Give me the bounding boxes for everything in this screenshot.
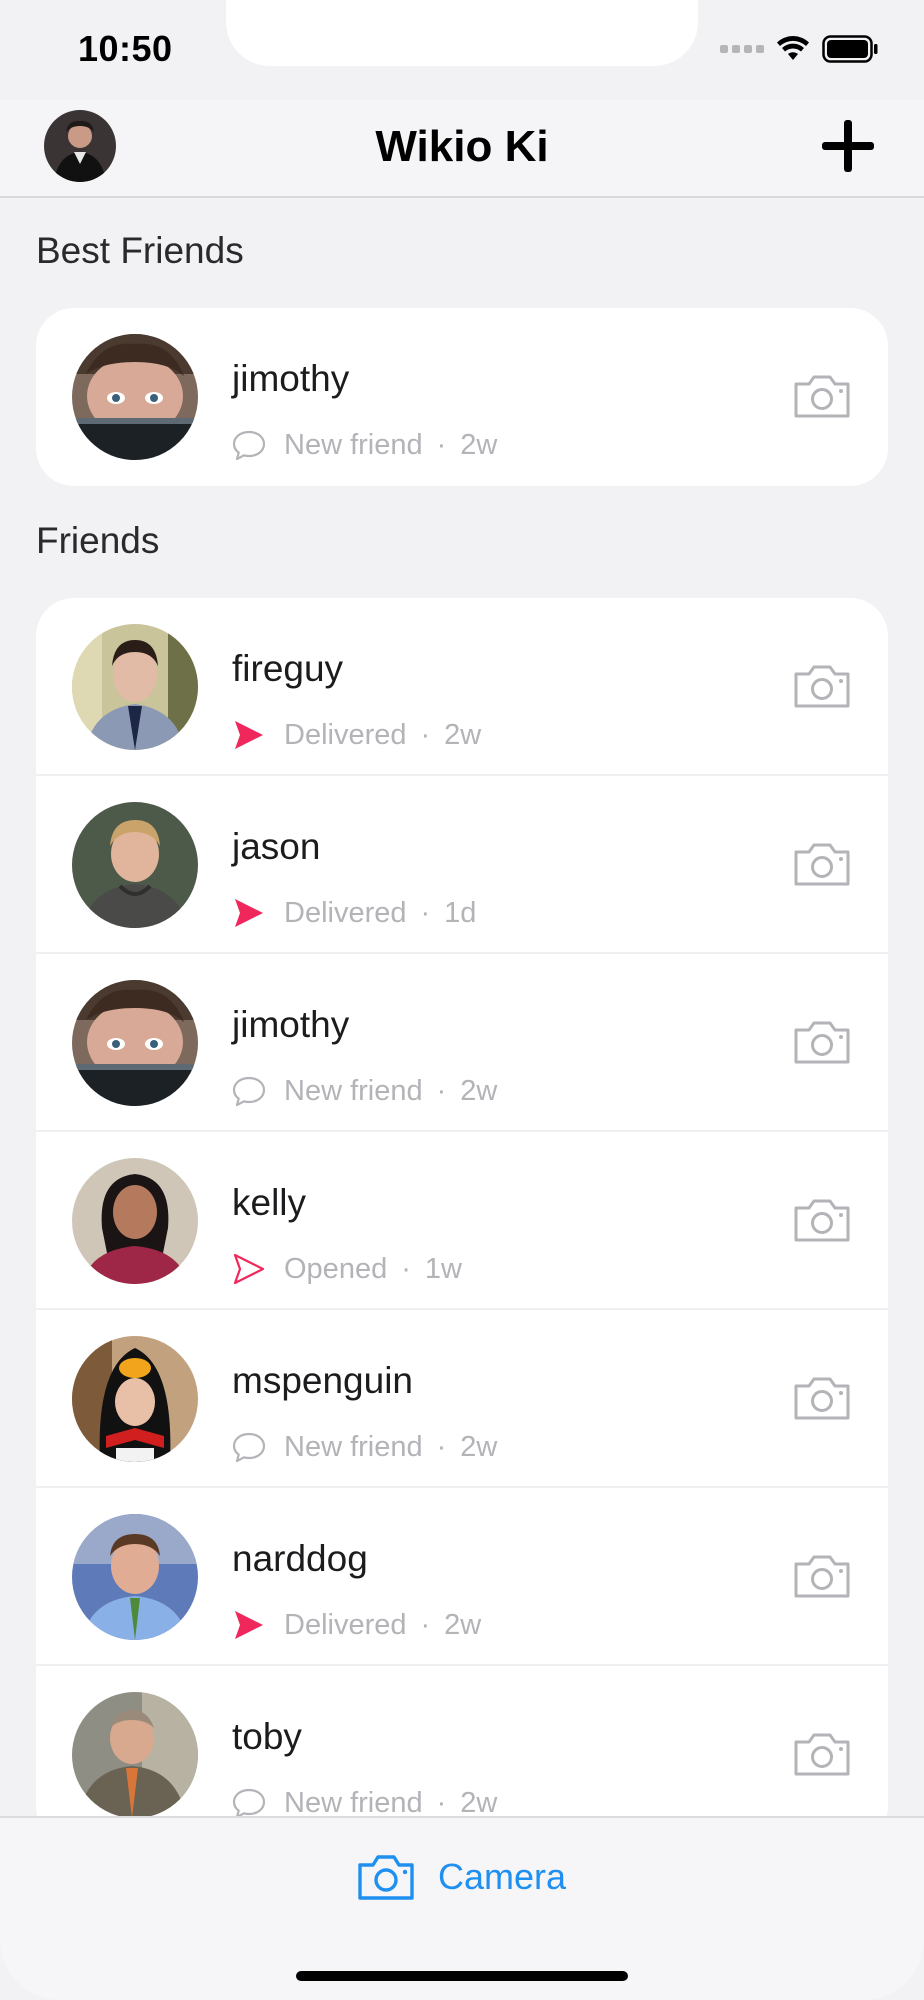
- filled-arrow-icon: [235, 721, 263, 749]
- separator-dot: ·: [436, 1786, 447, 1817]
- cellular-signal-icon: [720, 45, 764, 53]
- friend-status: Delivered · 1d: [232, 894, 476, 932]
- separator-dot: ·: [401, 1252, 411, 1285]
- nav-bar: Wikio Ki: [0, 100, 924, 198]
- status-label: Delivered: [284, 896, 407, 929]
- list-item[interactable]: fireguy Delivered · 2w: [36, 598, 888, 776]
- camera-tab-button[interactable]: Camera: [356, 1852, 566, 1902]
- list-item[interactable]: jason Delivered · 1d: [36, 776, 888, 954]
- wifi-icon: [777, 36, 809, 60]
- status-bar: 10:50: [0, 0, 924, 100]
- chat-bubble-icon: [232, 1076, 266, 1107]
- home-indicator[interactable]: [296, 1971, 628, 1981]
- list-item[interactable]: kelly Opened · 1w: [36, 1132, 888, 1310]
- status-time: 2w: [444, 1608, 482, 1641]
- friend-status: New friend · 2w: [232, 1784, 497, 1816]
- camera-icon[interactable]: [792, 1018, 852, 1066]
- friend-name: jimothy: [232, 1004, 350, 1045]
- friend-status: New friend · 2w: [232, 426, 497, 464]
- filled-arrow-icon: [235, 1611, 263, 1639]
- status-label: New friend: [284, 1074, 423, 1107]
- list-item[interactable]: toby New friend · 2w: [36, 1666, 888, 1816]
- status-icons: [720, 32, 878, 66]
- avatar: [72, 802, 198, 928]
- avatar: [72, 1692, 198, 1816]
- notch: [226, 0, 698, 66]
- camera-icon[interactable]: [792, 1552, 852, 1600]
- chat-bubble-icon: [232, 1432, 266, 1463]
- list-item[interactable]: mspenguin New friend · 2w: [36, 1310, 888, 1488]
- list-item[interactable]: jimothy New friend · 2w: [36, 954, 888, 1132]
- friend-status: New friend · 2w: [232, 1428, 497, 1466]
- friend-status: New friend · 2w: [232, 1072, 497, 1110]
- friends-list-content[interactable]: Best Friends jimothy New friend · 2w Fri…: [0, 198, 924, 1816]
- status-label: Delivered: [284, 718, 407, 751]
- best-friends-header: Best Friends: [36, 230, 244, 271]
- friend-name: fireguy: [232, 648, 344, 689]
- friend-name: kelly: [232, 1182, 307, 1223]
- camera-icon: [358, 1855, 414, 1900]
- camera-icon[interactable]: [792, 372, 852, 420]
- separator-dot: ·: [420, 718, 431, 751]
- camera-icon[interactable]: [792, 662, 852, 710]
- avatar: [72, 980, 198, 1106]
- chat-bubble-icon: [232, 430, 266, 461]
- separator-dot: ·: [436, 1074, 447, 1107]
- status-time: 1w: [424, 1252, 462, 1285]
- camera-tab-label: Camera: [438, 1856, 567, 1897]
- camera-icon[interactable]: [792, 840, 852, 888]
- status-time: 1d: [444, 896, 477, 929]
- status-time: 2w: [460, 1074, 498, 1107]
- battery-icon: [822, 35, 878, 63]
- page-title: Wikio Ki: [375, 122, 549, 171]
- avatar: [72, 624, 198, 750]
- outline-arrow-icon: [233, 1253, 265, 1285]
- separator-dot: ·: [420, 896, 431, 929]
- add-friend-button[interactable]: [818, 116, 878, 176]
- friends-card: fireguy Delivered · 2w jason Delivered ·…: [36, 598, 888, 1816]
- friend-status: Delivered · 2w: [232, 1606, 481, 1644]
- friend-name: jimothy: [232, 358, 350, 399]
- list-item[interactable]: narddog Delivered · 2w: [36, 1488, 888, 1666]
- friend-status: Opened · 1w: [232, 1250, 462, 1288]
- best-friends-card: jimothy New friend · 2w: [36, 308, 888, 486]
- app-screen: 10:50 Wikio Ki Best Friends jimothy New …: [0, 0, 924, 2000]
- status-time: 2w: [444, 718, 482, 751]
- avatar: [72, 1514, 198, 1640]
- separator-dot: ·: [436, 428, 447, 461]
- filled-arrow-icon: [235, 899, 263, 927]
- status-time: 2w: [460, 1786, 498, 1817]
- status-label: Delivered: [284, 1608, 407, 1641]
- status-label: New friend: [284, 428, 423, 461]
- friend-name: jason: [232, 826, 321, 867]
- friends-header: Friends: [36, 520, 160, 561]
- list-item[interactable]: jimothy New friend · 2w: [36, 308, 888, 486]
- friend-name: narddog: [232, 1538, 368, 1579]
- avatar: [72, 1158, 198, 1284]
- camera-icon[interactable]: [792, 1196, 852, 1244]
- avatar: [72, 1336, 198, 1462]
- status-label: New friend: [284, 1430, 423, 1463]
- camera-icon[interactable]: [792, 1730, 852, 1778]
- status-time: 10:50: [78, 28, 173, 69]
- status-time: 2w: [460, 428, 498, 461]
- status-time: 2w: [460, 1430, 498, 1463]
- friend-status: Delivered · 2w: [232, 716, 481, 754]
- status-label: New friend: [284, 1786, 423, 1817]
- friend-name: mspenguin: [232, 1360, 414, 1401]
- status-label: Opened: [284, 1252, 388, 1285]
- friend-name: toby: [232, 1716, 302, 1757]
- separator-dot: ·: [436, 1430, 447, 1463]
- camera-icon[interactable]: [792, 1374, 852, 1422]
- plus-icon: [822, 120, 874, 172]
- separator-dot: ·: [420, 1608, 431, 1641]
- avatar: [72, 334, 198, 460]
- chat-bubble-icon: [232, 1788, 266, 1816]
